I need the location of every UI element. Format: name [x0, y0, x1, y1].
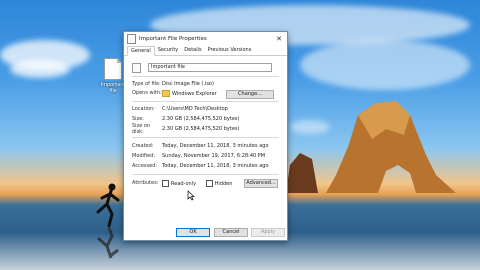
accessed-row: Accessed: Today, December 11, 2018, 3 mi… — [132, 162, 279, 170]
close-icon[interactable]: ✕ — [274, 35, 284, 43]
location-row: Location: C:\Users\MD Tech\Desktop — [132, 105, 279, 113]
apply-button[interactable]: Apply — [251, 228, 285, 237]
sizeondisk-row: Size on disk: 2.30 GB (2,584,475,520 byt… — [132, 123, 279, 135]
modified-value: Sunday, November 19, 2017, 6:28:40 PM — [162, 153, 266, 159]
filename-input[interactable]: Important file — [148, 63, 272, 72]
opens-value: Windows Explorer — [172, 90, 217, 97]
sizeondisk-value: 2.30 GB (2,584,475,520 bytes) — [162, 126, 240, 132]
divider — [132, 174, 279, 175]
cloud — [10, 60, 70, 78]
filename-row: Important file — [132, 62, 272, 73]
location-value: C:\Users\MD Tech\Desktop — [162, 106, 228, 112]
created-label: Created: — [132, 143, 154, 149]
sizeondisk-label: Size on disk: — [132, 123, 151, 135]
advanced-button[interactable]: Advanced... — [244, 179, 278, 188]
file-icon — [127, 34, 136, 44]
mouse-cursor-icon — [187, 190, 195, 201]
person-reflection — [97, 228, 119, 259]
hidden-label: Hidden — [214, 180, 233, 187]
created-value: Today, December 11, 2018, 3 minutes ago — [162, 143, 269, 149]
tab-details[interactable]: Details — [181, 46, 204, 55]
modified-row: Modified: Sunday, November 19, 2017, 6:2… — [132, 152, 279, 160]
tab-general[interactable]: General — [127, 46, 155, 56]
size-row: Size: 2.30 GB (2,584,475,520 bytes) — [132, 115, 279, 123]
divider — [132, 101, 279, 102]
hidden-checkbox[interactable] — [205, 179, 213, 187]
type-value: Disc Image File (.iso) — [162, 81, 214, 87]
file-icon — [104, 58, 122, 80]
rock-arch — [286, 101, 456, 193]
cancel-button[interactable]: Cancel — [214, 228, 248, 237]
accessed-label: Accessed: — [132, 163, 158, 169]
location-label: Location: — [132, 106, 155, 112]
divider — [132, 76, 279, 77]
divider — [132, 137, 279, 138]
created-row: Created: Today, December 11, 2018, 3 min… — [132, 142, 279, 150]
title-bar[interactable]: Important File Properties ✕ — [124, 32, 287, 46]
dialog-title: Important File Properties — [139, 36, 207, 42]
type-label: Type of file: — [132, 81, 161, 87]
readonly-label: Read-only — [171, 180, 197, 187]
readonly-checkbox[interactable] — [162, 179, 169, 187]
change-button[interactable]: Change... — [226, 90, 274, 99]
cloud — [300, 40, 470, 90]
size-value: 2.30 GB (2,584,475,520 bytes) — [162, 116, 240, 122]
tab-previous-versions[interactable]: Previous Versions — [205, 46, 255, 55]
properties-dialog: Important File Properties ✕ General Secu… — [123, 31, 288, 241]
folder-icon — [162, 89, 170, 97]
running-person — [96, 183, 120, 228]
tab-security[interactable]: Security — [155, 46, 182, 55]
accessed-value: Today, December 11, 2018, 3 minutes ago — [162, 163, 269, 169]
general-panel: Important file Type of file: Disc Image … — [128, 57, 283, 224]
ok-button[interactable]: OK — [176, 228, 210, 237]
file-icon — [132, 62, 141, 73]
opens-label: Opens with: — [132, 90, 162, 96]
size-label: Size: — [132, 116, 144, 122]
tab-bar: General Security Details Previous Versio… — [124, 46, 287, 56]
type-row: Type of file: Disc Image File (.iso) — [132, 80, 279, 88]
modified-label: Modified: — [132, 153, 156, 159]
attributes-label: Attributes: — [132, 180, 159, 186]
